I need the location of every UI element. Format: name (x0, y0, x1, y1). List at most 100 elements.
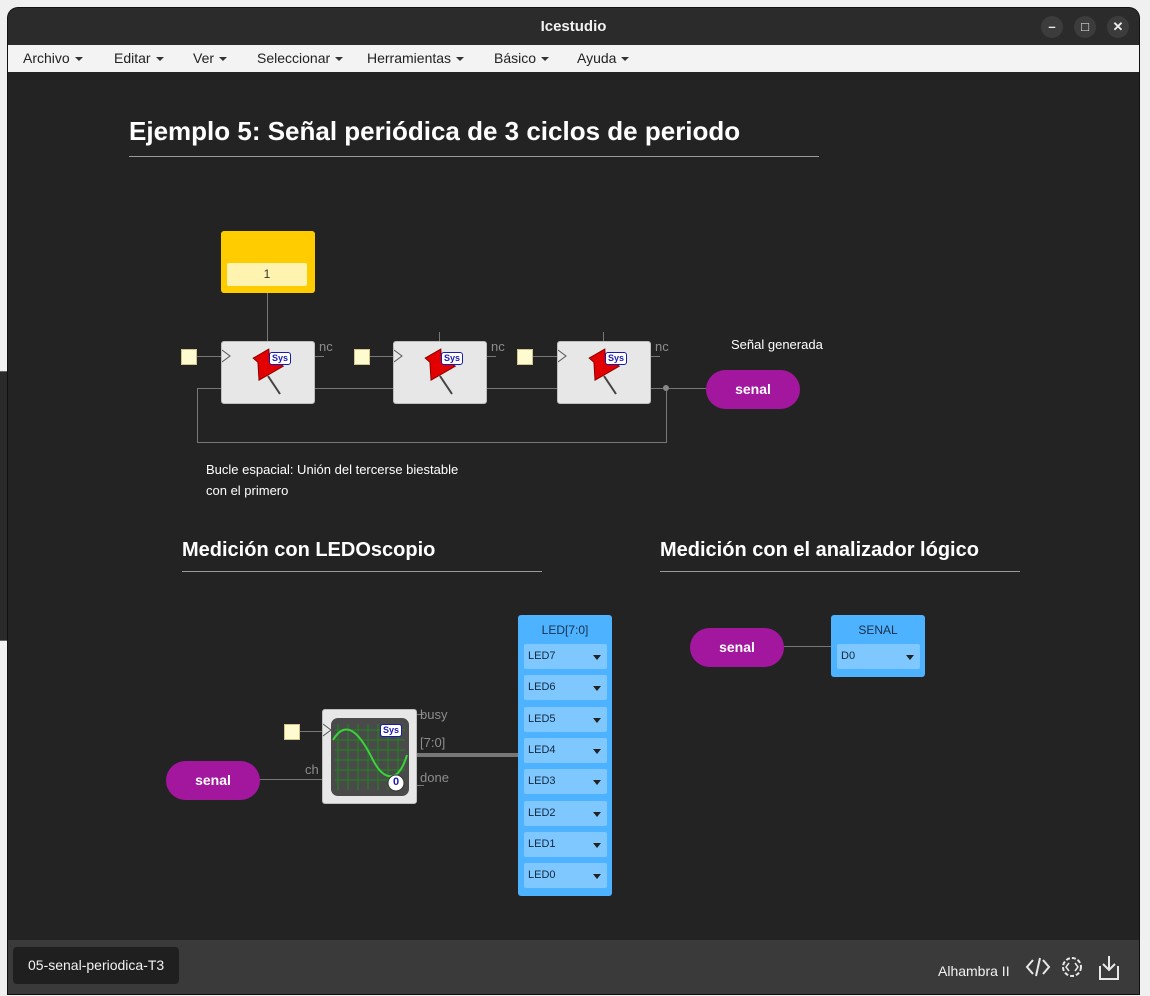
input-pin-3[interactable] (517, 349, 533, 365)
maximize-button[interactable]: □ (1074, 16, 1096, 38)
pushpin-icon (558, 348, 621, 395)
chevron-down-icon (593, 749, 601, 754)
led6-label: LED6 (528, 681, 556, 693)
nc-label-1: nc (319, 339, 333, 354)
menu-ayuda[interactable]: Ayuda (577, 50, 629, 66)
ledoscope-underline (182, 571, 542, 572)
minimize-button[interactable]: – (1041, 16, 1063, 38)
wire-pin1 (196, 356, 221, 357)
led-panel-title: LED[7:0] (541, 623, 589, 637)
port-busy: busy (420, 707, 448, 722)
scope-input-pin[interactable] (284, 724, 300, 740)
led2-label: LED2 (528, 807, 556, 819)
led4-label: LED4 (528, 744, 556, 756)
input-pin-2[interactable] (354, 349, 370, 365)
wire-scope-clk (299, 731, 322, 732)
loop-note-line-1: Bucle espacial: Unión del tercerse biest… (206, 462, 459, 477)
chevron-down-icon (593, 655, 601, 660)
led0-label: LED0 (528, 869, 556, 881)
wire-q2-d3 (486, 388, 557, 389)
led0-select[interactable]: LED0 (524, 863, 607, 888)
wire-loop-up (197, 388, 198, 443)
window-title: Icestudio (540, 18, 607, 35)
constant-value[interactable]: 1 (227, 263, 307, 286)
wire-loop-in (197, 388, 221, 389)
oscilloscope-icon (323, 718, 409, 796)
menu-archivo[interactable]: Archivo (23, 50, 83, 66)
nc-label-3: nc (655, 339, 669, 354)
wire-pin2 (368, 356, 393, 357)
d0-label: D0 (841, 650, 856, 662)
download-icon[interactable] (1096, 954, 1122, 982)
nc-label-2: nc (491, 339, 505, 354)
wire-const (267, 292, 268, 342)
status-bar: 05-senal-periodica-T3 Alhambra II (8, 940, 1139, 994)
loop-note: Bucle espacial: Unión del tercerse biest… (206, 459, 458, 501)
chevron-down-icon (906, 655, 914, 660)
led7-label: LED7 (528, 650, 556, 662)
wire-junction (663, 385, 669, 391)
bus-wire (416, 753, 518, 757)
wire-q1-d2 (314, 388, 393, 389)
settings-code-icon[interactable] (1059, 954, 1085, 980)
ledoscope-heading-text: Medición con LEDOscopio (182, 539, 436, 561)
flipflop-block-1[interactable]: Sys (221, 341, 315, 404)
analyzer-heading-text: Medición con el analizador lógico (660, 539, 979, 561)
menu-editar[interactable]: Editar (114, 50, 164, 66)
sys-badge: Sys (441, 352, 464, 365)
code-icon[interactable] (1025, 954, 1051, 980)
led2-select[interactable]: LED2 (524, 801, 607, 826)
close-button[interactable]: ✕ (1107, 16, 1129, 38)
scope-counter: 0 (392, 776, 400, 788)
led1-select[interactable]: LED1 (524, 832, 607, 857)
led7-select[interactable]: LED7 (524, 644, 607, 669)
wire-senal-analyzer (784, 646, 832, 647)
sys-badge: Sys (269, 352, 292, 365)
sys-badge: Sys (380, 724, 403, 737)
chevron-down-icon (593, 718, 601, 723)
senal-output[interactable]: senal (706, 370, 800, 409)
pushpin-icon (222, 348, 285, 395)
chevron-down-icon (593, 812, 601, 817)
constant-block[interactable]: 1 (221, 231, 315, 293)
sys-badge: Sys (605, 352, 628, 365)
file-tab[interactable]: 05-senal-periodica-T3 (13, 947, 180, 984)
page-title-text: Ejemplo 5: Señal periódica de 3 ciclos d… (129, 116, 741, 146)
loop-note-line-2: con el primero (206, 483, 289, 498)
menu-seleccionar[interactable]: Seleccionar (257, 50, 343, 66)
senal-output-panel[interactable]: SENAL D0 (831, 615, 925, 677)
led3-label: LED3 (528, 775, 556, 787)
menu-basico[interactable]: Básico (494, 50, 549, 66)
signal-note: Señal generada (731, 337, 823, 352)
analyzer-underline (660, 571, 1020, 572)
titlebar: Icestudio – □ ✕ (8, 8, 1139, 45)
input-pin-1[interactable] (181, 349, 197, 365)
senal-analyzer-input[interactable]: senal (690, 628, 784, 667)
led1-label: LED1 (528, 838, 556, 850)
ledoscope-block[interactable]: Sys 0 (322, 709, 417, 804)
senal-scope-input[interactable]: senal (166, 761, 260, 800)
design-canvas[interactable]: Ejemplo 5: Señal periódica de 3 ciclos d… (8, 72, 1139, 940)
flipflop-block-3[interactable]: Sys (557, 341, 651, 404)
board-name[interactable]: Alhambra II (938, 963, 1010, 979)
port-ch: ch (305, 762, 319, 777)
d0-select[interactable]: D0 (837, 644, 920, 669)
analyzer-heading: Medición con el analizador lógico (660, 539, 1020, 572)
led4-select[interactable]: LED4 (524, 738, 607, 763)
ledoscope-heading: Medición con LEDOscopio (182, 539, 542, 572)
senal-panel-title: SENAL (858, 623, 898, 637)
led6-select[interactable]: LED6 (524, 675, 607, 700)
chevron-down-icon (593, 686, 601, 691)
led-output-panel[interactable]: LED[7:0] LED7 LED6 LED5 LED4 LED3 LED2 L… (518, 615, 612, 896)
chevron-down-icon (593, 874, 601, 879)
led3-select[interactable]: LED3 (524, 769, 607, 794)
wire-loop-bottom (197, 442, 667, 443)
pushpin-icon (394, 348, 457, 395)
led5-select[interactable]: LED5 (524, 707, 607, 732)
flipflop-block-2[interactable]: Sys (393, 341, 487, 404)
wire-loop-down (666, 388, 667, 443)
menu-ver[interactable]: Ver (193, 50, 227, 66)
title-underline (129, 156, 819, 157)
wire-scope-ch (259, 779, 322, 780)
menu-herramientas[interactable]: Herramientas (367, 50, 464, 66)
